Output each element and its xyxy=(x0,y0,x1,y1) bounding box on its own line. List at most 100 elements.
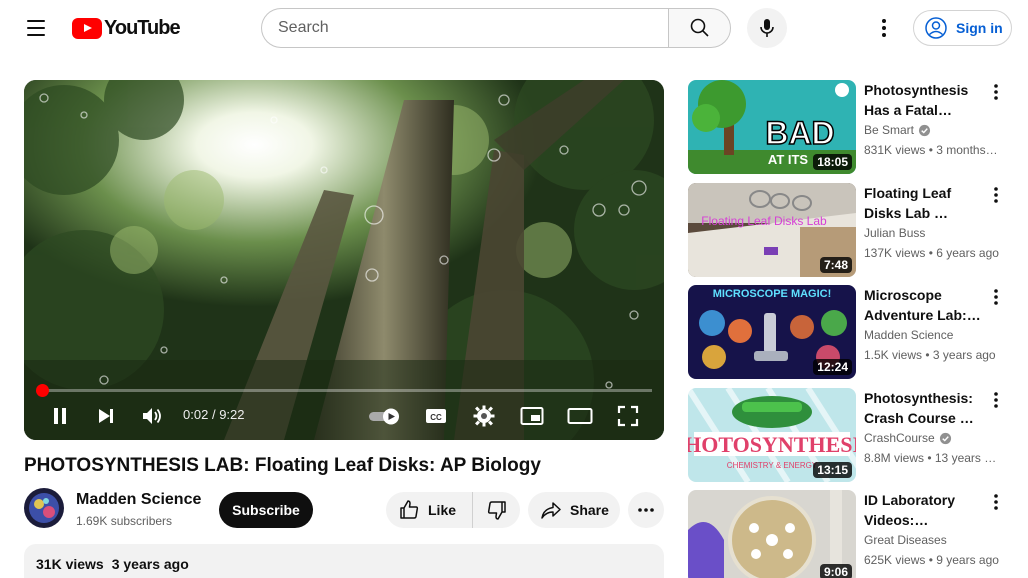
settings-button[interactable] xyxy=(468,402,500,430)
youtube-logo[interactable]: YouTube xyxy=(72,17,181,40)
recommended-menu-button[interactable] xyxy=(986,490,1006,514)
miniplayer-button[interactable] xyxy=(516,402,548,430)
thumbnail-headline: PHOTOSYNTHESIS xyxy=(688,432,856,457)
volume-button[interactable] xyxy=(136,402,168,430)
duration-badge: 9:06 xyxy=(819,564,852,578)
total-duration: 9:22 xyxy=(219,407,245,422)
next-button[interactable] xyxy=(90,402,122,430)
recommended-menu-button[interactable] xyxy=(986,80,1006,104)
avatar-image xyxy=(24,488,64,528)
view-count: 31K views xyxy=(36,556,104,572)
verified-icon xyxy=(939,432,951,444)
search-button[interactable] xyxy=(668,8,731,48)
fullscreen-button[interactable] xyxy=(612,402,644,430)
channel-avatar[interactable] xyxy=(24,488,64,528)
recommended-video[interactable]: PHOTOSYNTHESIS CHEMISTRY & ENERGY 13:15 … xyxy=(688,388,1008,482)
recommended-channel[interactable]: Be Smart xyxy=(864,123,931,137)
channel-label: Great Diseases xyxy=(864,533,947,547)
video-player[interactable]: 0:02 / 9:22 CC xyxy=(24,80,664,440)
recommended-menu-button[interactable] xyxy=(986,183,1006,207)
pause-icon xyxy=(54,408,66,424)
channel-label: Julian Buss xyxy=(864,226,926,240)
account-icon xyxy=(925,17,947,39)
video-thumbnail[interactable]: BAD AT ITS 18:05 xyxy=(688,80,856,174)
video-title: PHOTOSYNTHESIS LAB: Floating Leaf Disks:… xyxy=(24,455,541,476)
vertical-dots-icon xyxy=(994,289,998,305)
time-separator: / xyxy=(211,407,216,422)
recommended-channel[interactable]: Julian Buss xyxy=(864,226,925,240)
duration-badge: 13:15 xyxy=(813,462,852,478)
share-label: Share xyxy=(570,502,609,518)
video-frame xyxy=(24,80,664,440)
more-actions-button[interactable] xyxy=(628,492,664,528)
recommended-title[interactable]: Photosynthesis Has a Fatal Flaw… xyxy=(864,80,982,120)
recommended-title[interactable]: ID Laboratory Videos: Antibioti… xyxy=(864,490,982,530)
video-thumbnail[interactable]: MICROSCOPE MAGIC! 12:24 xyxy=(688,285,856,379)
vertical-dots-icon xyxy=(994,187,998,203)
thumbnail-subheadline: CHEMISTRY & ENERGY xyxy=(727,461,818,470)
masthead: YouTube Sign in xyxy=(0,0,1028,56)
time-display: 0:02 / 9:22 xyxy=(183,407,245,422)
video-thumbnail[interactable]: PHOTOSYNTHESIS CHEMISTRY & ENERGY 13:15 xyxy=(688,388,856,482)
skip-next-icon xyxy=(99,409,113,423)
autoplay-toggle[interactable] xyxy=(366,402,404,430)
thumbs-down-icon xyxy=(487,501,506,520)
current-time: 0:02 xyxy=(183,407,209,422)
video-thumbnail[interactable]: 9:06 xyxy=(688,490,856,578)
autoplay-icon xyxy=(369,408,399,425)
duration-badge: 18:05 xyxy=(813,154,852,170)
search-icon xyxy=(690,18,709,37)
recommended-meta: 137K views • 6 years ago xyxy=(864,246,999,260)
sign-in-button[interactable]: Sign in xyxy=(913,10,1012,46)
channel-label: CrashCourse xyxy=(864,431,935,445)
duration-badge: 7:48 xyxy=(819,257,852,273)
recommended-menu-button[interactable] xyxy=(986,388,1006,412)
horizontal-dots-icon xyxy=(638,508,654,512)
recommended-title[interactable]: Photosynthesis: Crash Course … xyxy=(864,388,982,428)
recommended-title[interactable]: Floating Leaf Disks Lab … xyxy=(864,183,982,223)
recommended-video[interactable]: BAD AT ITS 18:05 Photosynthesis Has a Fa… xyxy=(688,80,1008,174)
share-icon xyxy=(541,502,561,519)
recommended-video[interactable]: 9:06 ID Laboratory Videos: Antibioti… Gr… xyxy=(688,490,1008,578)
duration-badge: 12:24 xyxy=(813,359,852,375)
settings-more-button[interactable] xyxy=(868,12,900,44)
thumbs-up-icon xyxy=(400,500,419,519)
thumbnail-headline: MICROSCOPE MAGIC! xyxy=(713,288,832,300)
recommended-video[interactable]: MICROSCOPE MAGIC! 12:24 Microscope Adven… xyxy=(688,285,1008,379)
recommended-video[interactable]: Floating Leaf Disks Lab 7:48 Floating Le… xyxy=(688,183,1008,277)
description-box[interactable]: 31K views 3 years ago xyxy=(24,544,664,578)
vertical-dots-icon xyxy=(994,392,998,408)
recommended-channel[interactable]: Madden Science xyxy=(864,328,953,342)
pause-button[interactable] xyxy=(44,402,76,430)
menu-icon[interactable] xyxy=(20,12,52,44)
like-button[interactable]: Like xyxy=(386,492,473,528)
recommended-meta: 831K views • 3 months ago xyxy=(864,143,1000,157)
theater-icon xyxy=(567,408,593,424)
recommended-title[interactable]: Microscope Adventure Lab: … xyxy=(864,285,982,325)
video-thumbnail[interactable]: Floating Leaf Disks Lab 7:48 xyxy=(688,183,856,277)
theater-mode-button[interactable] xyxy=(564,402,596,430)
voice-search-button[interactable] xyxy=(747,8,787,48)
fullscreen-icon xyxy=(617,405,639,427)
channel-name[interactable]: Madden Science xyxy=(76,491,201,509)
progress-bar[interactable] xyxy=(36,384,652,397)
like-dislike-group: Like xyxy=(386,492,520,528)
subscribe-button[interactable]: Subscribe xyxy=(219,492,313,528)
like-label: Like xyxy=(428,502,457,518)
recommended-channel[interactable]: Great Diseases xyxy=(864,533,947,547)
recommended-menu-button[interactable] xyxy=(986,285,1006,309)
youtube-play-icon xyxy=(72,18,102,39)
thumbnail-subheadline: AT ITS xyxy=(768,152,809,167)
closed-captions-icon: CC xyxy=(426,409,446,423)
subtitles-button[interactable]: CC xyxy=(420,402,452,430)
recommended-channel[interactable]: CrashCourse xyxy=(864,431,952,445)
microphone-icon xyxy=(760,19,774,37)
search-input[interactable] xyxy=(261,8,668,48)
channel-label: Be Smart xyxy=(864,123,915,137)
search-box xyxy=(261,8,731,48)
vertical-dots-icon xyxy=(882,19,886,37)
upload-age: 3 years ago xyxy=(111,556,189,572)
share-button[interactable]: Share xyxy=(528,492,620,528)
dislike-button[interactable] xyxy=(473,492,520,528)
svg-text:CC: CC xyxy=(430,413,442,422)
